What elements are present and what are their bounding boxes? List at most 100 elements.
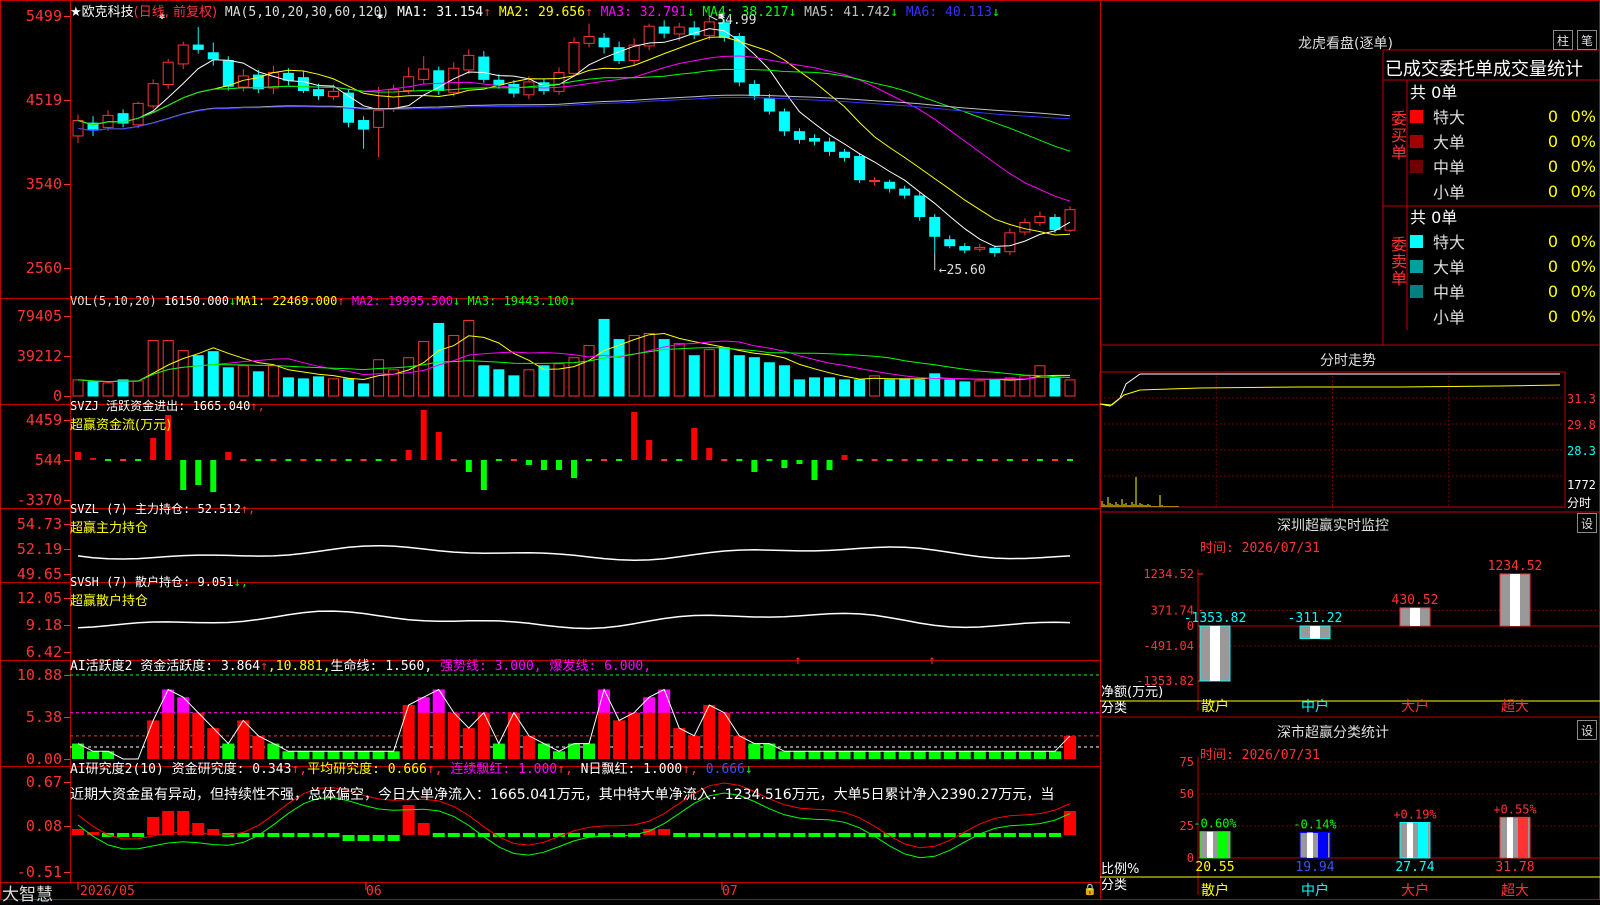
buy-name: 小单	[1433, 183, 1466, 202]
bar-mode-button[interactable]: 柱	[1553, 30, 1573, 50]
ma-value-6: MA6: 40.113	[898, 5, 992, 20]
candle-down	[1049, 216, 1061, 230]
candle-up	[147, 83, 159, 107]
buy-color-swatch	[1410, 159, 1423, 173]
date-label-jun: 06	[366, 884, 382, 899]
ai-active-bar	[868, 751, 881, 759]
volume-bar-up	[673, 343, 685, 397]
ai-research-red: 连续飘红: 1.000	[450, 762, 558, 777]
monitor-bar-highlight	[1210, 626, 1220, 681]
intraday-chart	[1099, 371, 1566, 508]
candle-down	[989, 247, 1001, 254]
svzj-bar-flat	[916, 459, 923, 461]
ma-header: MA(5,10,20,30,60,120)	[224, 5, 390, 20]
volume-bar-down	[748, 357, 760, 397]
candle-down	[358, 120, 370, 130]
volume-bar-down	[824, 377, 836, 397]
volume-bar-down	[793, 379, 805, 397]
sell-pct: 0%	[1570, 256, 1596, 276]
ai-active-bar	[613, 720, 626, 759]
ai-research-bar-flat	[808, 833, 821, 837]
buy-row: 特大 0 0%	[1410, 105, 1600, 127]
svzj-bar-flat	[586, 459, 593, 461]
ai-active-bar	[252, 735, 265, 759]
svzj-bar-inflow	[150, 438, 157, 460]
svzj-bar-flat	[240, 459, 247, 461]
vol-tick: 39212	[17, 347, 62, 365]
classify-bar-color	[1518, 817, 1528, 858]
candle-up	[869, 180, 881, 183]
monitor-settings-button[interactable]: 设	[1577, 513, 1597, 533]
ai-research-bar-flat	[1018, 833, 1031, 837]
sell-name: 中单	[1433, 283, 1466, 302]
ai-active-bar	[1048, 751, 1061, 759]
svzj-bar-flat	[1036, 459, 1043, 461]
svzj-bar-outflow	[465, 460, 472, 472]
svzj-arrow: ↑,	[250, 399, 265, 413]
monitor-time: 时间: 2026/07/31	[1200, 541, 1320, 556]
volume-bar-up	[403, 357, 415, 397]
ma-arrow-5: ↓	[890, 5, 899, 20]
candle-down	[748, 84, 760, 97]
svzj-bar-flat	[676, 459, 683, 461]
ai-research-bar-flat	[778, 833, 791, 837]
svzl-title: SVZL (7) 主力持仓: 52.512	[70, 502, 241, 516]
vol-ma2: MA2: 19995.500	[351, 294, 453, 308]
tick-mode-button[interactable]: 笔	[1577, 30, 1597, 50]
volume-bar-down	[929, 373, 941, 397]
ai-research-bar-flat	[462, 833, 475, 837]
classify-y-tick: 0	[1187, 851, 1194, 865]
ai-research-bar-flat	[447, 833, 460, 837]
vol-header: VOL(5,10,20) 16150.000 ↓ MA1: 22469.000↑ M…	[70, 294, 576, 308]
buy-color-swatch	[1410, 134, 1423, 148]
volume-bar-down	[884, 379, 896, 397]
candle-up	[568, 41, 580, 74]
volume-bar-up	[523, 369, 535, 397]
volume-bar-up	[267, 365, 279, 397]
vol-value: 16150.000	[163, 294, 229, 308]
buy-color-swatch	[1410, 184, 1423, 198]
ai-research-bar-flat	[988, 833, 1001, 837]
ai-active-bar	[147, 720, 160, 759]
svzj-bar-flat	[961, 459, 968, 461]
ai-active-bar	[522, 735, 535, 759]
ai-research-bar	[72, 829, 84, 835]
svzj-bar-inflow	[420, 410, 427, 460]
svzj-bar-flat	[1006, 459, 1013, 461]
ai-active-bar	[673, 728, 686, 759]
ai-research-bar-flat	[913, 833, 926, 837]
classify-bar-color	[1318, 832, 1328, 858]
volume-bar-up	[147, 340, 159, 397]
sell-name: 特大	[1433, 233, 1466, 252]
ai-research-bar-flat	[718, 833, 731, 837]
ai-active-bar	[192, 712, 205, 759]
volume-bar-up	[643, 333, 655, 397]
volume-bar-up	[373, 359, 385, 397]
classify-y-tick: 50	[1180, 787, 1194, 801]
buy-name: 特大	[1433, 108, 1466, 127]
candle-up	[418, 68, 430, 80]
ai-active-bar-burst	[598, 689, 611, 713]
buy-pct: 0%	[1570, 156, 1596, 176]
ai-research-bar-flat	[823, 833, 836, 837]
candle-down	[658, 26, 670, 34]
svzj-bar-flat	[135, 459, 142, 461]
vol-tick: 0	[53, 387, 62, 405]
sell-count: 0	[1547, 256, 1558, 276]
ai-research-bar	[147, 817, 160, 835]
svzj-bar-flat	[931, 459, 938, 461]
classify-change-label: -0.14%	[1293, 817, 1337, 831]
svzj-bar-flat	[886, 459, 893, 461]
svzj-bar-flat	[946, 459, 953, 461]
dragon-stats-header: 已成交委托单成交量统计	[1385, 59, 1583, 80]
volume-bar-down	[508, 375, 520, 397]
classify-settings-button[interactable]: 设	[1577, 720, 1597, 740]
monitor-category-label: 超大	[1501, 699, 1529, 715]
classify-value-label: 31.78	[1495, 860, 1534, 875]
ma-arrow-2: ↑	[584, 5, 593, 20]
ai-active-bar	[447, 712, 460, 759]
volume-bar-down	[538, 365, 550, 397]
svsh-tick: 9.18	[26, 616, 62, 634]
brand-logo: 大智慧	[2, 885, 53, 905]
ai-active-v2: ,10.881,	[267, 659, 331, 674]
